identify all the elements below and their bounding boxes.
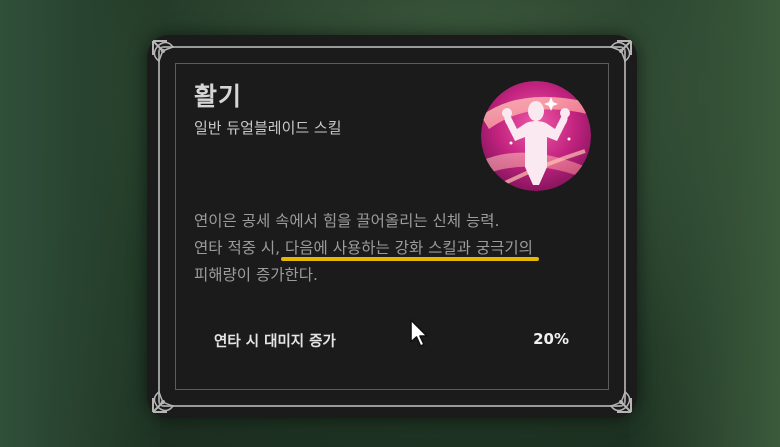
skill-tooltip-card: 활기 일반 듀얼블레이드 스킬 연이은 공세 속에서 힘을 끌어올리는 신체 능… xyxy=(147,35,637,418)
flexing-figure-emblem-icon xyxy=(481,81,591,191)
description-line-3: 피해량이 증가한다. xyxy=(194,266,318,284)
background-left xyxy=(0,0,160,447)
description-line-2-prefix: 연타 적중 시, xyxy=(194,239,286,257)
skill-name: 활기 xyxy=(194,82,243,111)
corner-ornament-icon xyxy=(152,390,175,413)
background-right xyxy=(630,0,780,447)
stat-value: 20% xyxy=(533,330,569,348)
stat-label: 연타 시 대미지 증가 xyxy=(214,334,336,350)
mouse-cursor-icon xyxy=(410,319,428,347)
corner-ornament-icon xyxy=(152,40,175,63)
highlighted-effect-text: 다음에 사용하는 강화 스킬과 궁극기의 xyxy=(285,239,533,257)
description-line-2: 연타 적중 시, 다음에 사용하는 강화 스킬과 궁극기의 xyxy=(194,235,594,262)
skill-description: 연이은 공세 속에서 힘을 끌어올리는 신체 능력. 연타 적중 시, 다음에 … xyxy=(194,208,594,289)
skill-type: 일반 듀얼블레이드 스킬 xyxy=(194,119,342,137)
corner-ornament-icon xyxy=(609,40,632,63)
description-line-1: 연이은 공세 속에서 힘을 끌어올리는 신체 능력. xyxy=(194,212,500,230)
corner-ornament-icon xyxy=(609,390,632,413)
